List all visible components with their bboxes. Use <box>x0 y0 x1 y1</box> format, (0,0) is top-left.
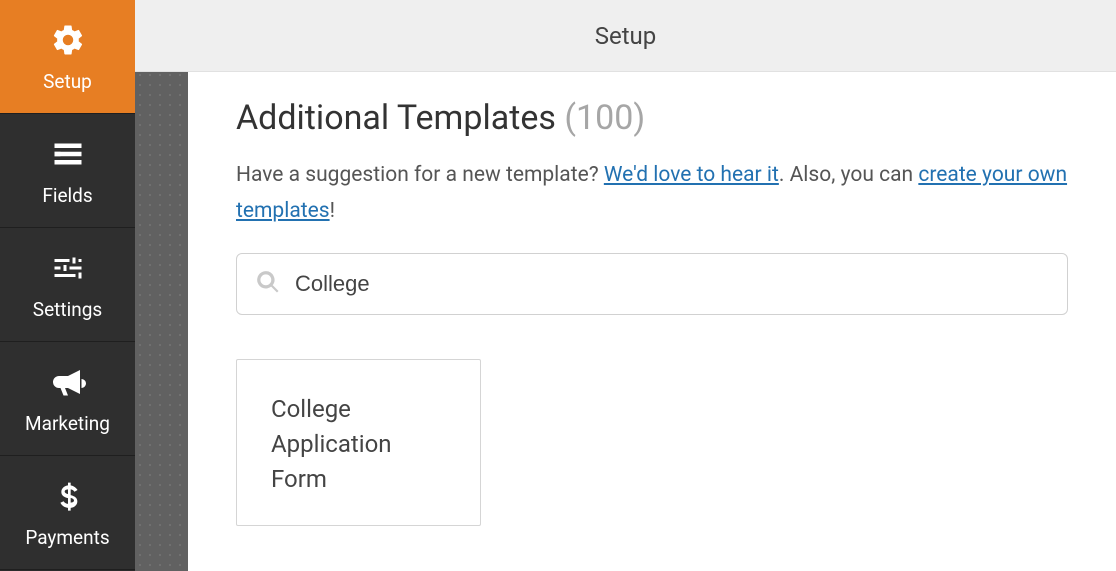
intro-suffix: ! <box>330 199 335 223</box>
template-card-title: College Application Form <box>271 395 392 493</box>
search-input[interactable] <box>295 271 1049 297</box>
template-grid: College Application Form <box>236 359 1068 526</box>
intro-text: Have a suggestion for a new template? We… <box>236 158 1068 229</box>
sidebar-item-label: Setup <box>43 70 92 93</box>
sidebar-item-label: Settings <box>33 298 102 321</box>
suggestion-link[interactable]: We'd love to hear it <box>604 163 779 187</box>
template-card[interactable]: College Application Form <box>236 359 481 526</box>
sidebar-item-payments[interactable]: Payments <box>0 456 135 570</box>
gear-icon <box>48 20 88 60</box>
sidebar-item-label: Payments <box>25 526 109 549</box>
main-column: Setup Additional Templates (100) Have a … <box>135 0 1116 571</box>
sliders-icon <box>48 248 88 288</box>
sidebar-item-label: Marketing <box>25 412 110 435</box>
content-frame: Additional Templates (100) Have a sugges… <box>188 72 1116 571</box>
page-title: Additional Templates (100) <box>236 98 1068 138</box>
dollar-icon <box>48 476 88 516</box>
megaphone-icon <box>48 362 88 402</box>
sidebar: Setup Fields Settings Marketing Payments <box>0 0 135 571</box>
page-title-count: (100) <box>564 98 645 138</box>
intro-prefix: Have a suggestion for a new template? <box>236 163 604 187</box>
page-title-text: Additional Templates <box>236 98 556 138</box>
sidebar-item-setup[interactable]: Setup <box>0 0 135 114</box>
sidebar-item-fields[interactable]: Fields <box>0 114 135 228</box>
search-wrap <box>236 253 1068 315</box>
intro-mid: . Also, you can <box>779 163 918 187</box>
sidebar-item-label: Fields <box>42 184 92 207</box>
search-icon <box>255 269 281 299</box>
sidebar-item-settings[interactable]: Settings <box>0 228 135 342</box>
topbar-title: Setup <box>595 22 657 50</box>
sidebar-item-marketing[interactable]: Marketing <box>0 342 135 456</box>
list-icon <box>48 134 88 174</box>
topbar: Setup <box>135 0 1116 72</box>
